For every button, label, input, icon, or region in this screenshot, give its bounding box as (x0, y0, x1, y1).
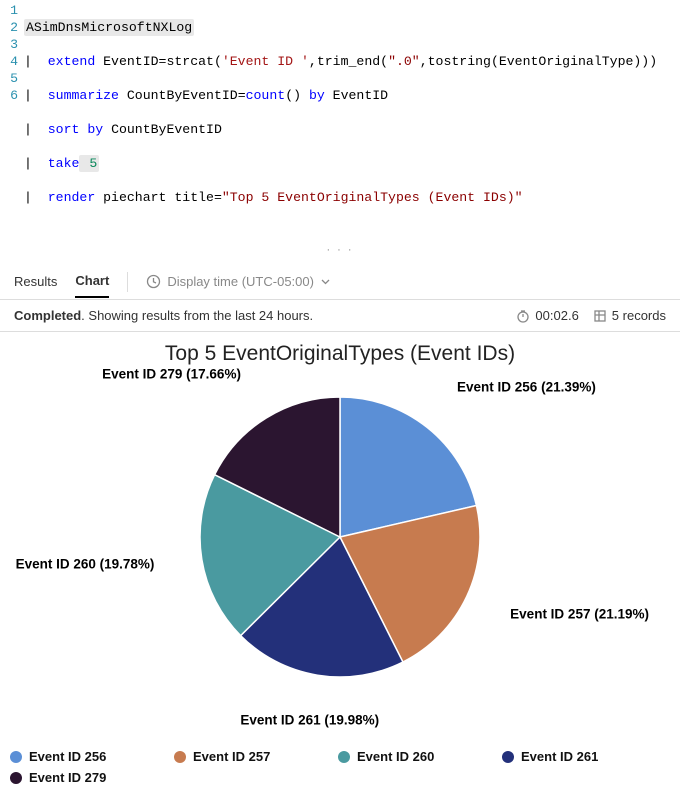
status-bar: Completed. Showing results from the last… (0, 300, 680, 332)
slice-label: Event ID 257 (21.19%) (510, 606, 649, 621)
tab-chart[interactable]: Chart (75, 265, 109, 298)
kql-editor[interactable]: 1 2 3 4 5 6 ASimDnsMicrosoftNXLog | exte… (0, 0, 680, 242)
legend-item-279[interactable]: Event ID 279 (10, 770, 150, 785)
result-tabbar: Results Chart Display time (UTC-05:00) (0, 264, 680, 300)
chart-title: Top 5 EventOriginalTypes (Event IDs) (10, 342, 670, 366)
elapsed-time: 00:02.6 (516, 308, 578, 323)
chart-area: Top 5 EventOriginalTypes (Event IDs) Eve… (0, 332, 680, 742)
record-count: 5 records (593, 308, 666, 323)
slice-label: Event ID 256 (21.39%) (457, 379, 596, 394)
chevron-down-icon (320, 276, 331, 287)
editor-code[interactable]: ASimDnsMicrosoftNXLog | extend EventID=s… (24, 2, 680, 240)
divider (127, 272, 128, 292)
stopwatch-icon (516, 309, 530, 323)
status-text: Completed. Showing results from the last… (14, 308, 313, 323)
legend-item-260[interactable]: Event ID 260 (338, 749, 478, 764)
legend-item-257[interactable]: Event ID 257 (174, 749, 314, 764)
code-table: ASimDnsMicrosoftNXLog (24, 19, 194, 36)
timezone-label: Display time (UTC-05:00) (167, 274, 314, 289)
tab-results[interactable]: Results (14, 266, 57, 297)
records-icon (593, 309, 607, 323)
legend-item-256[interactable]: Event ID 256 (10, 749, 150, 764)
clock-icon (146, 274, 161, 289)
legend-item-261[interactable]: Event ID 261 (502, 749, 642, 764)
slice-label: Event ID 261 (19.98%) (240, 712, 379, 727)
pie-svg (190, 387, 490, 687)
timezone-picker[interactable]: Display time (UTC-05:00) (146, 274, 331, 289)
pie-chart[interactable]: Event ID 256 (21.39%) Event ID 257 (21.19… (10, 372, 670, 732)
editor-gutter: 1 2 3 4 5 6 (0, 2, 24, 240)
editor-collapse-icon[interactable]: · · · (0, 244, 680, 256)
chart-legend: Event ID 256 Event ID 257 Event ID 260 E… (0, 742, 680, 800)
slice-label: Event ID 260 (19.78%) (16, 556, 155, 571)
slice-label: Event ID 279 (17.66%) (102, 367, 241, 382)
